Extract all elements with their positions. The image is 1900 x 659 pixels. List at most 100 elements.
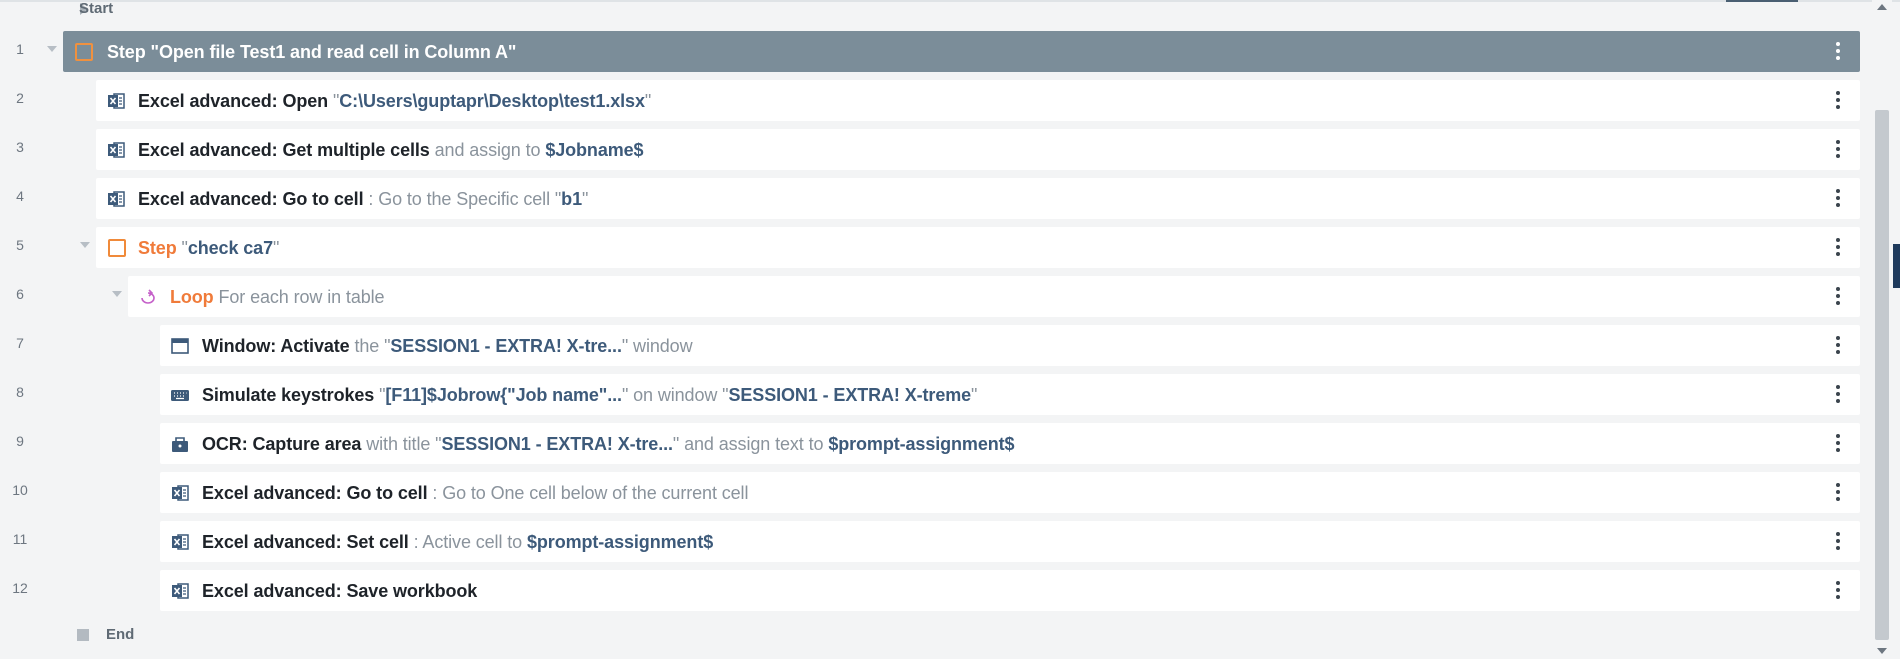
row-label: Window: Activate the "SESSION1 - EXTRA! …: [202, 336, 693, 356]
row-menu-icon[interactable]: [1836, 336, 1840, 354]
row-label: Excel advanced: Save workbook: [202, 581, 477, 602]
row-menu-icon[interactable]: [1836, 238, 1840, 256]
window-title-value: SESSION1 - EXTRA! X-tre...: [390, 336, 622, 356]
row-menu-icon[interactable]: [1836, 385, 1840, 403]
excel-icon: [172, 485, 189, 501]
flow-start-label: Start: [79, 0, 114, 17]
step-keyword: Step: [138, 238, 182, 258]
row-menu-icon[interactable]: [1836, 434, 1840, 452]
action-row-3[interactable]: 3 Excel advanced: Get multiple cells and…: [0, 127, 1860, 171]
row-label: Excel advanced: Get multiple cells and a…: [138, 140, 644, 160]
command-name: Window: Activate: [202, 336, 355, 356]
line-number: 8: [16, 384, 24, 400]
command-name: Excel advanced: Go to cell: [202, 483, 433, 503]
action-row-12[interactable]: 12 Excel advanced: Save workbook: [0, 568, 1860, 612]
step-checkbox-icon[interactable]: [108, 239, 126, 257]
row-menu-icon[interactable]: [1836, 532, 1840, 550]
panel-edge-handle[interactable]: [1893, 244, 1900, 288]
top-tab-indicator: [1726, 0, 1798, 2]
collapse-toggle-icon[interactable]: [112, 291, 122, 297]
action-card[interactable]: Excel advanced: Go to cell : Go to One c…: [160, 472, 1860, 513]
excel-icon: [172, 534, 189, 550]
cell-value: b1: [561, 189, 582, 209]
action-row-10[interactable]: 10 Excel advanced: Go to cell : Go to On…: [0, 470, 1860, 514]
line-number: 6: [16, 286, 24, 302]
command-name: Excel advanced: Go to cell: [138, 189, 369, 209]
action-card[interactable]: OCR: Capture area with title "SESSION1 -…: [160, 423, 1860, 464]
row-menu-icon[interactable]: [1836, 189, 1840, 207]
action-row-11[interactable]: 11 Excel advanced: Set cell : Active cel…: [0, 519, 1860, 563]
row-label: Step "Open file Test1 and read cell in C…: [107, 42, 516, 63]
row-menu-icon[interactable]: [1836, 91, 1840, 109]
action-row-9[interactable]: 9 OCR: Capture area with title "SESSION1…: [0, 421, 1860, 465]
row-menu-icon[interactable]: [1836, 140, 1840, 158]
window-icon: [171, 338, 189, 354]
line-number: 9: [16, 433, 24, 449]
action-row-1[interactable]: 1 Step "Open file Test1 and read cell in…: [0, 29, 1860, 73]
line-number: 5: [16, 237, 24, 253]
row-menu-icon[interactable]: [1836, 287, 1840, 305]
loop-card[interactable]: Loop For each row in table: [128, 276, 1860, 317]
loop-icon: [141, 289, 155, 304]
action-row-2[interactable]: 2 Excel advanced: Open "C:\Users\guptapr…: [0, 78, 1860, 122]
scrollbar-thumb[interactable]: [1875, 110, 1889, 640]
row-label: Simulate keystrokes "[F11]$Jobrow{"Job n…: [202, 385, 978, 405]
step-checkbox-icon[interactable]: [75, 43, 93, 61]
collapse-toggle-icon[interactable]: [80, 242, 90, 248]
command-name: Simulate keystrokes: [202, 385, 380, 405]
line-number: 10: [12, 482, 28, 498]
variable-value: $Jobname$: [545, 140, 644, 160]
row-label: Excel advanced: Go to cell : Go to the S…: [138, 189, 589, 209]
ocr-icon: [172, 437, 188, 452]
window-title-value: SESSION1 - EXTRA! X-treme: [728, 385, 972, 405]
command-name: Excel advanced: Save workbook: [202, 581, 478, 601]
command-name: Excel advanced: Set cell: [202, 532, 414, 552]
step-card[interactable]: Step "check ca7": [96, 227, 1860, 268]
command-name: Excel advanced: Open: [138, 91, 333, 111]
variable-value: $prompt-assignment$: [828, 434, 1015, 454]
scroll-up-icon[interactable]: [1877, 4, 1887, 10]
collapse-toggle-icon[interactable]: [47, 46, 57, 52]
row-label: Excel advanced: Set cell : Active cell t…: [202, 532, 714, 552]
excel-icon: [172, 583, 189, 599]
action-card[interactable]: Excel advanced: Get multiple cells and a…: [96, 129, 1860, 170]
action-card[interactable]: Excel advanced: Open "C:\Users\guptapr\D…: [96, 80, 1860, 121]
row-label: Excel advanced: Open "C:\Users\guptapr\D…: [138, 91, 652, 111]
line-number: 3: [16, 139, 24, 155]
keyboard-icon: [171, 390, 189, 401]
line-number: 1: [16, 41, 24, 57]
excel-icon: [108, 93, 125, 109]
scroll-down-icon[interactable]: [1877, 648, 1887, 654]
row-label: Loop For each row in table: [170, 287, 385, 307]
top-divider: [0, 0, 1900, 2]
action-card[interactable]: Excel advanced: Set cell : Active cell t…: [160, 521, 1860, 562]
variable-value: $prompt-assignment$: [526, 532, 714, 552]
window-title-value: SESSION1 - EXTRA! X-tre...: [441, 434, 673, 454]
action-row-6[interactable]: 6 Loop For each row in table: [0, 274, 1860, 318]
row-label: Step "check ca7": [138, 238, 280, 258]
command-name: OCR: Capture area: [202, 434, 367, 454]
action-card[interactable]: Excel advanced: Go to cell : Go to the S…: [96, 178, 1860, 219]
vertical-scrollbar[interactable]: [1872, 0, 1892, 659]
row-menu-icon[interactable]: [1836, 581, 1840, 599]
row-menu-icon[interactable]: [1836, 42, 1840, 60]
command-name: Excel advanced: Get multiple cells: [138, 140, 435, 160]
line-number: 2: [16, 90, 24, 106]
action-card[interactable]: Window: Activate the "SESSION1 - EXTRA! …: [160, 325, 1860, 366]
line-number: 12: [12, 580, 28, 596]
line-number: 7: [16, 335, 24, 351]
excel-icon: [108, 191, 125, 207]
line-number: 4: [16, 188, 24, 204]
row-menu-icon[interactable]: [1836, 483, 1840, 501]
action-card[interactable]: Simulate keystrokes "[F11]$Jobrow{"Job n…: [160, 374, 1860, 415]
action-row-8[interactable]: 8 Simulate keystrokes "[F11]$Jobrow{"Job…: [0, 372, 1860, 416]
loop-keyword: Loop: [170, 287, 219, 307]
row-label: OCR: Capture area with title "SESSION1 -…: [202, 434, 1015, 454]
step-card[interactable]: Step "Open file Test1 and read cell in C…: [63, 31, 1860, 72]
action-card[interactable]: Excel advanced: Save workbook: [160, 570, 1860, 611]
keystrokes-value: [F11]$Jobrow{"Job name"...: [385, 385, 622, 405]
row-label: Excel advanced: Go to cell : Go to One c…: [202, 483, 749, 503]
action-row-4[interactable]: 4 Excel advanced: Go to cell : Go to the…: [0, 176, 1860, 220]
action-row-7[interactable]: 7 Window: Activate the "SESSION1 - EXTRA…: [0, 323, 1860, 367]
action-row-5[interactable]: 5 Step "check ca7": [0, 225, 1860, 269]
